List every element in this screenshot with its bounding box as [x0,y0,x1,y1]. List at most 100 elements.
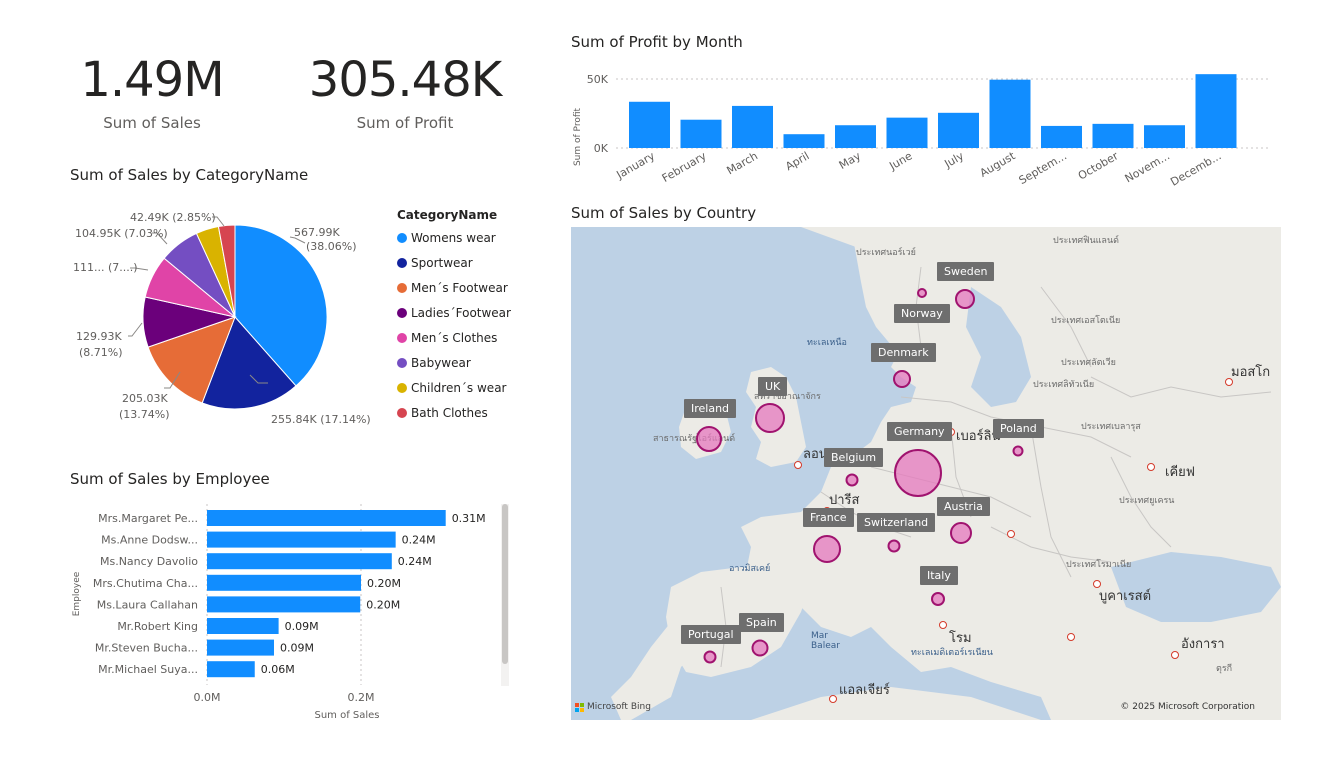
profit-bar-3[interactable] [732,105,773,148]
profit-bar-7[interactable] [938,112,979,148]
profit-y-axis-title: Sum of Profit [573,108,583,167]
employee-bar-3[interactable] [207,553,392,570]
legend-dot [397,407,407,418]
sales-by-country-map[interactable]: ประเทศนอร์เวย์ ประเทศฟินแลนด์ ประเทศเอสโ… [571,227,1281,720]
employee-name-label: Mr.Steven Bucha... [95,642,198,655]
legend-dot [397,382,407,393]
legend-item-men-s-footwear[interactable]: Men´s Footwear [397,275,511,300]
profit-bar-4[interactable] [783,134,825,148]
employee-bar-1[interactable] [207,510,446,526]
map-label-france: France [803,508,854,527]
map-place-ireland-th: สาธารณรัฐไอร์แลนด์ [653,434,736,444]
kpi-profit-label: Sum of Profit [356,114,454,132]
legend-item-bath-clothes[interactable]: Bath Clothes [397,400,511,425]
bubble-sweden[interactable] [955,289,975,309]
map-label-ireland: Ireland [684,399,737,418]
sales-by-category-pie[interactable]: 567.99K (38.06%) 255.84K (17.14%) 205.03… [60,200,380,440]
profit-by-month-chart[interactable]: Sum of Profit 50K 0K January February Marc… [560,55,1280,195]
map-label-spain: Spain [739,613,784,632]
city-marker-kyiv [1147,463,1155,471]
profit-bar-8[interactable] [989,79,1031,148]
map-place-biscay: อาวมิสเคย์ [729,564,771,574]
map-place-paris: ปารีส [829,493,860,508]
legend-label: Babywear [411,355,471,370]
city-marker-algiers [829,695,837,703]
profit-month-label-11: Novem... [1123,149,1172,185]
bubble-uk[interactable] [755,403,785,433]
pie-label-sportwear: 255.84K (17.14%) [271,413,371,426]
employee-bar-7[interactable] [207,639,274,656]
employee-chart-title: Sum of Sales by Employee [70,470,270,488]
bubble-norway[interactable] [917,288,927,298]
legend-item-ladies-footwear[interactable]: Ladies´Footwear [397,300,511,325]
bing-attribution-text: Microsoft Bing [587,702,651,712]
map-label-belgium: Belgium [824,448,884,467]
bubble-poland[interactable] [1012,445,1024,457]
legend-item-children-s-wear[interactable]: Children´s wear [397,375,511,400]
map-place-kyiv: เคียฟ [1165,465,1195,480]
employee-y-axis-title: Employee [72,571,82,616]
employee-scrollbar-thumb[interactable] [502,504,508,664]
map-place-belarus-th: ประเทศเบลารุส [1081,422,1141,432]
profit-month-label-1: January [614,149,658,182]
bubble-spain[interactable] [751,639,769,657]
bubble-portugal[interactable] [703,650,717,664]
city-marker-budapest [1007,530,1015,538]
employee-name-label: Mrs.Chutima Cha... [93,577,198,590]
profit-bar-11[interactable] [1144,125,1185,148]
profit-month-label-6: June [886,149,914,173]
map-place-romania: ประเทศโรมาเนีย [1066,560,1132,570]
bubble-austria[interactable] [950,522,972,544]
employee-bar-6[interactable] [207,618,279,634]
pie-label-womens-pct: (38.06%) [306,240,357,253]
employee-bar-2[interactable] [207,531,396,548]
kpi-profit-value: 305.48K [308,52,502,108]
profit-bar-6[interactable] [886,117,928,148]
legend-label: Sportwear [411,255,473,270]
profit-bar-1[interactable] [629,101,670,148]
profit-month-label-4: April [783,149,811,173]
legend-title: CategoryName [397,208,498,222]
map-label-italy: Italy [920,566,958,585]
legend-item-womens-wear[interactable]: Womens wear [397,225,511,250]
employee-bar-8[interactable] [207,661,255,678]
microsoft-logo-icon [575,702,584,712]
legend-item-men-s-clothes[interactable]: Men´s Clothes [397,325,511,350]
pie-label-mens-clothes: 111... (7....) [73,261,138,274]
employee-bar-5[interactable] [207,596,361,613]
sales-by-employee-chart[interactable]: Employee Mrs.Margaret Pe... 0.31M Ms.Anne … [62,500,522,725]
profit-bar-2[interactable] [680,119,722,148]
legend-label: Womens wear [411,230,496,245]
pie-legend: CategoryName Womens wear Sportwear Men´s F… [397,208,511,425]
legend-item-sportwear[interactable]: Sportwear [397,250,511,275]
map-place-algiers: แอลเจียร์ [839,683,890,698]
bubble-switzerland[interactable] [887,539,901,553]
bubble-france[interactable] [813,535,841,563]
profit-bar-9[interactable] [1041,125,1082,148]
profit-month-label-8: August [978,149,1018,180]
employee-value-label: 0.09M [285,620,319,633]
profit-y-tick-50k: 50K [587,73,609,86]
employee-value-label: 0.31M [452,512,486,525]
legend-label: Ladies´Footwear [411,305,511,320]
map-place-moscow: มอสโก [1231,365,1271,380]
employee-value-label: 0.09M [280,642,314,655]
legend-item-babywear[interactable]: Babywear [397,350,511,375]
bubble-ireland[interactable] [696,426,722,452]
bing-logo: Microsoft Bing [575,702,651,712]
profit-bar-10[interactable] [1092,123,1134,148]
bubble-germany[interactable] [894,449,942,497]
legend-dot [397,232,407,243]
employee-x-tick-0: 0.0M [194,691,221,704]
profit-bar-12[interactable] [1195,74,1237,148]
profit-month-label-7: July [941,149,966,171]
bubble-belgium[interactable] [845,473,859,487]
profit-bar-5[interactable] [835,125,876,148]
bubble-denmark[interactable] [893,370,911,388]
employee-bar-4[interactable] [207,574,361,591]
legend-dot [397,307,407,318]
bubble-italy[interactable] [931,592,945,606]
map-label-portugal: Portugal [681,625,741,644]
map-place-north-sea: ทะเลเหนือ [807,338,847,348]
pie-label-womens: 567.99K [294,226,340,239]
